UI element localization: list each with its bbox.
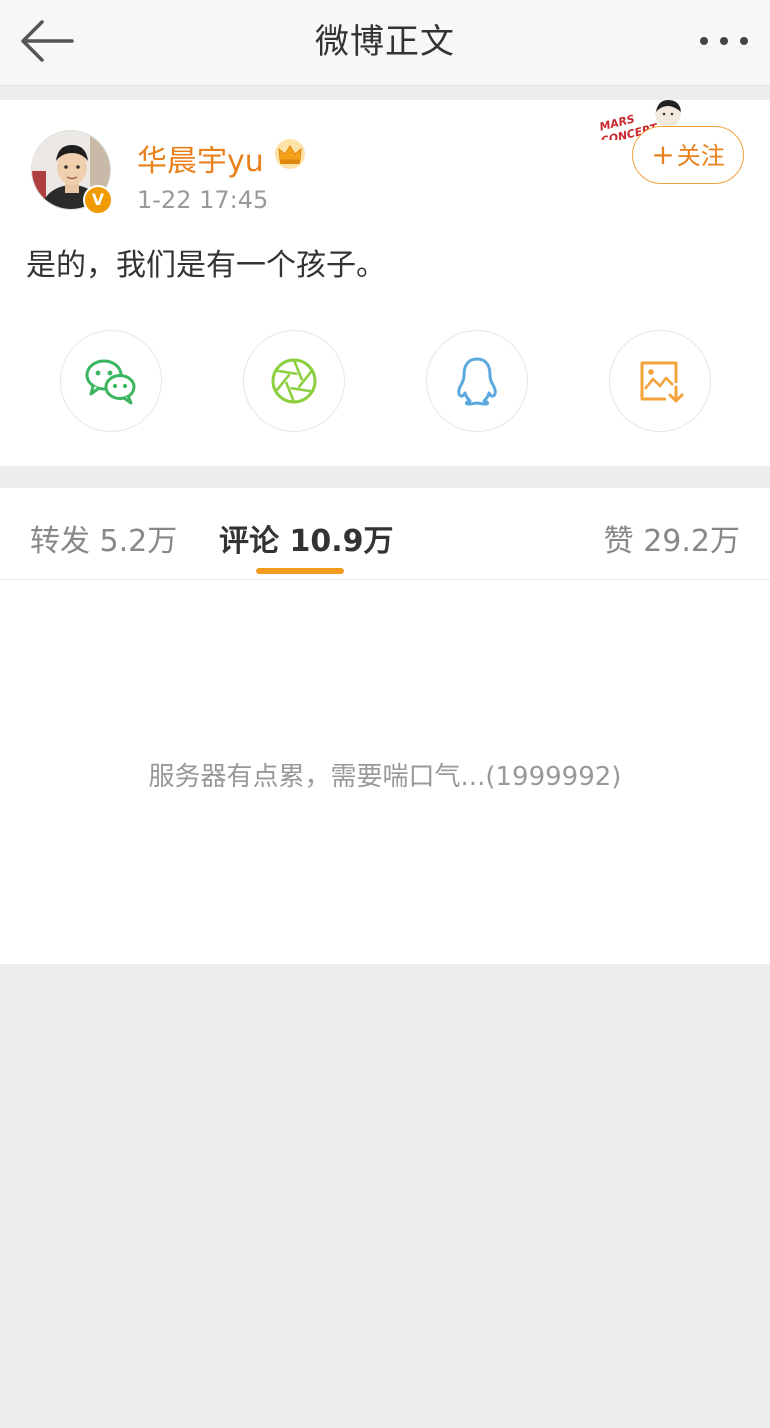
tab-comments[interactable]: 评论 10.9万 — [219, 516, 393, 560]
follow-label: 关注 — [676, 142, 725, 170]
post-content: 是的，我们是有一个孩子。 — [26, 248, 386, 283]
post-card: V 华晨宇yu 1-22 17:45 MARS CONCERT +关注 是的，我… — [0, 100, 770, 466]
interaction-tabs: 转发 5.2万 评论 10.9万 赞 29.2万 — [0, 488, 770, 580]
qq-icon — [457, 357, 497, 406]
share-moments-button[interactable] — [243, 330, 345, 432]
verified-badge: V — [83, 185, 113, 215]
more-options-button[interactable] — [696, 22, 752, 62]
author-name[interactable]: 华晨宇yu — [137, 136, 264, 180]
tab-repost[interactable]: 转发 5.2万 — [30, 516, 177, 560]
moments-icon — [271, 358, 317, 404]
follow-button[interactable]: +关注 — [632, 126, 744, 184]
crown-icon — [275, 139, 305, 169]
save-image-button[interactable] — [609, 330, 711, 432]
more-dots-icon — [700, 37, 748, 45]
page-title: 微博正文 — [315, 22, 455, 62]
plus-icon: + — [651, 138, 675, 171]
share-qq-button[interactable] — [426, 330, 528, 432]
post-timestamp: 1-22 17:45 — [137, 186, 269, 214]
server-error-message: 服务器有点累，需要喘口气...(1999992) — [148, 762, 622, 792]
share-wechat-button[interactable] — [60, 330, 162, 432]
top-nav-bar: 微博正文 — [0, 0, 770, 86]
active-tab-indicator — [256, 568, 344, 574]
wechat-icon — [85, 359, 136, 405]
save-image-icon — [640, 361, 684, 403]
comments-area: 服务器有点累，需要喘口气...(1999992) — [0, 580, 770, 964]
author-avatar-container[interactable]: V — [31, 130, 113, 215]
tab-likes[interactable]: 赞 29.2万 — [604, 516, 740, 560]
